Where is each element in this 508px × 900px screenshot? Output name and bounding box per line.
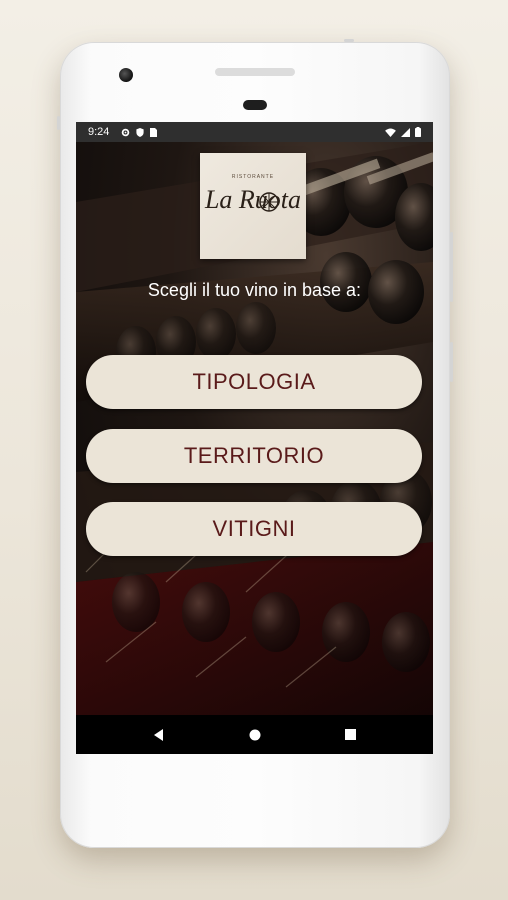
side-button-lower — [450, 342, 453, 382]
app-screen: 9:24 RISTORANTE La Ruota Scegli il tuo v… — [76, 122, 433, 754]
logo-wordmark: La Ruota — [204, 185, 302, 214]
territorio-button[interactable]: TERRITORIO — [86, 429, 422, 483]
front-camera — [119, 68, 133, 82]
vitigni-button[interactable]: VITIGNI — [86, 502, 422, 556]
home-icon[interactable] — [249, 729, 261, 741]
phone-frame: 9:24 RISTORANTE La Ruota Scegli il tuo v… — [57, 39, 453, 848]
signal-icon — [401, 127, 410, 137]
wifi-icon — [385, 127, 396, 137]
back-icon[interactable] — [153, 728, 165, 741]
earpiece-speaker — [215, 68, 295, 76]
navigation-bar — [76, 715, 433, 754]
power-button — [57, 116, 60, 130]
proximity-sensor — [243, 100, 267, 110]
status-system-icons — [385, 127, 421, 137]
wine-cellar-background: RISTORANTE La Ruota Scegli il tuo vino i… — [76, 142, 433, 715]
logo-subtitle: RISTORANTE — [231, 174, 275, 180]
selection-prompt: Scegli il tuo vino in base a: — [147, 280, 362, 300]
gear-icon — [122, 128, 130, 136]
shield-icon — [136, 127, 145, 137]
tipologia-button[interactable]: TIPOLOGIA — [86, 355, 422, 409]
battery-icon — [415, 127, 421, 137]
side-button — [450, 232, 453, 302]
sim-card-icon — [150, 127, 158, 137]
wheel-icon — [259, 192, 279, 212]
status-time: 9:24 — [88, 126, 110, 138]
recents-icon[interactable] — [345, 729, 356, 740]
status-notification-icons — [121, 127, 158, 137]
restaurant-logo: RISTORANTE La Ruota — [200, 153, 306, 259]
status-bar: 9:24 — [76, 122, 433, 142]
volume-button — [344, 39, 354, 42]
